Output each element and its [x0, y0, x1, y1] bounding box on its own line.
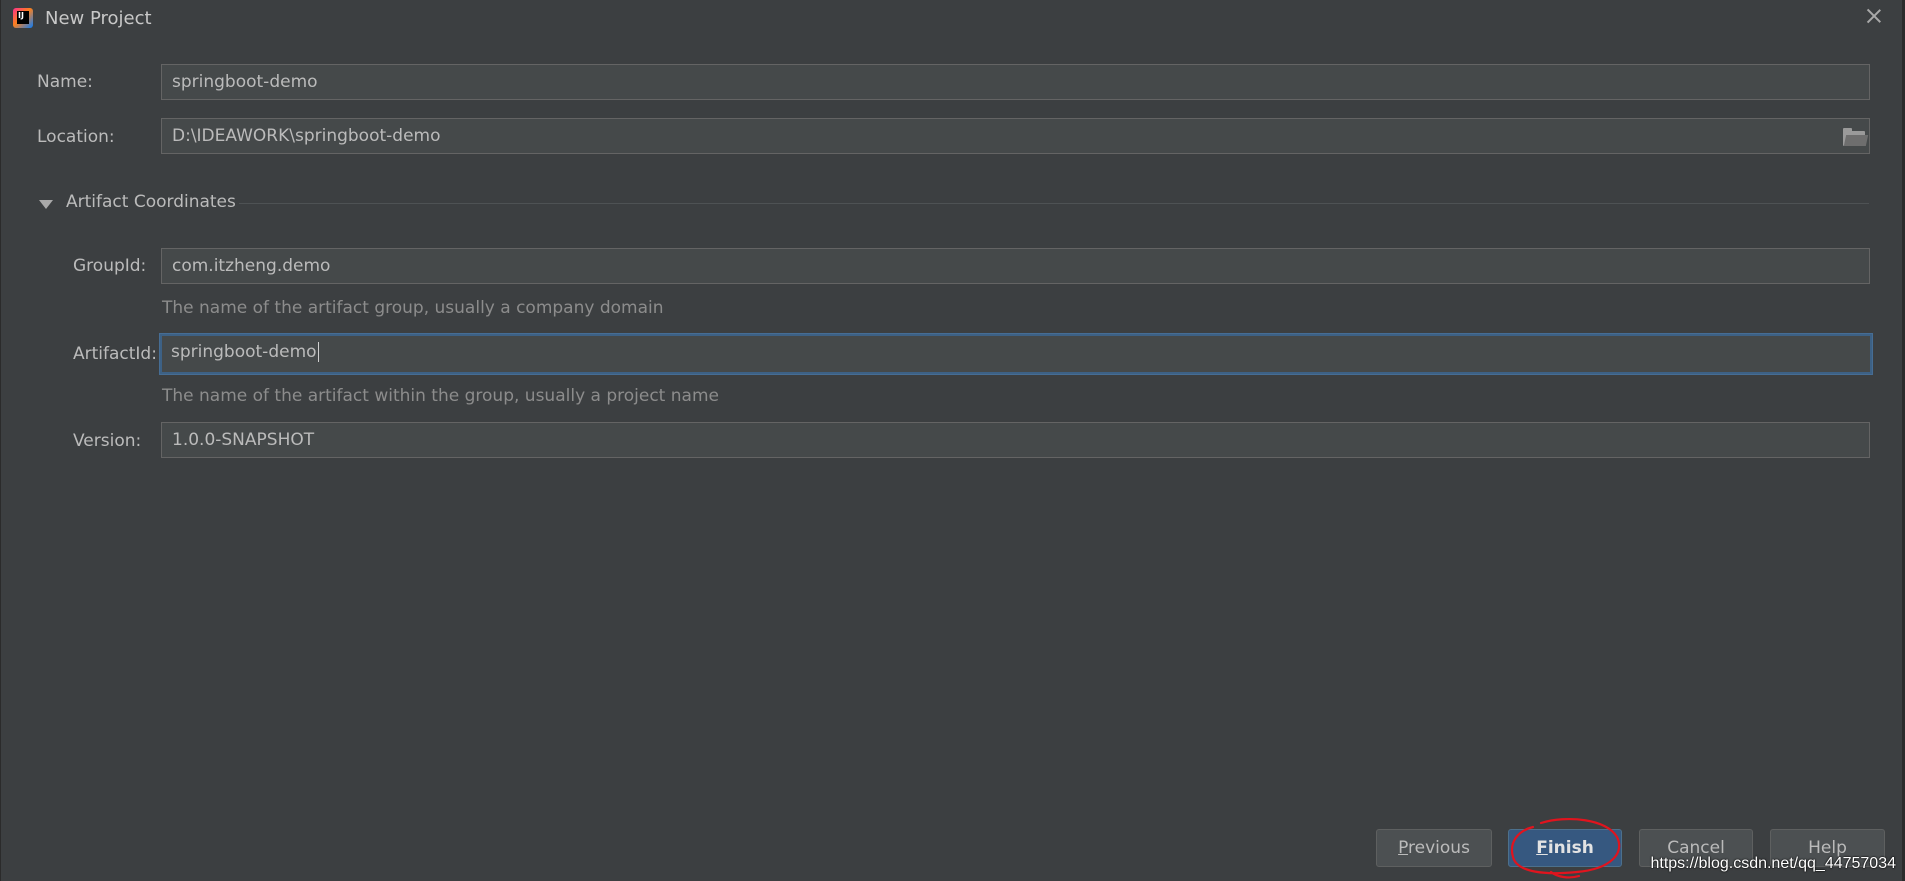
artifactid-label: ArtifactId:: [73, 344, 157, 364]
groupid-hint: The name of the artifact group, usually …: [162, 298, 664, 318]
intellij-idea-icon: [13, 8, 33, 28]
name-field[interactable]: springboot-demo: [161, 64, 1870, 100]
section-title: Artifact Coordinates: [66, 192, 236, 212]
close-icon[interactable]: [1864, 6, 1884, 26]
title-bar: New Project: [1, 0, 1905, 40]
text-caret: [317, 342, 319, 362]
groupid-field[interactable]: com.itzheng.demo: [161, 248, 1870, 284]
triangle-down-icon[interactable]: [39, 200, 53, 209]
location-field[interactable]: D:\IDEAWORK\springboot-demo: [161, 118, 1870, 154]
version-field[interactable]: 1.0.0-SNAPSHOT: [161, 422, 1870, 458]
previous-button[interactable]: Previous: [1376, 829, 1492, 867]
version-label: Version:: [73, 431, 142, 451]
location-label: Location:: [37, 127, 115, 147]
finish-button[interactable]: Finish: [1508, 829, 1622, 867]
artifactid-hint: The name of the artifact within the grou…: [162, 386, 719, 406]
folder-icon[interactable]: [1843, 128, 1869, 147]
window-title: New Project: [45, 8, 152, 29]
section-divider: [239, 203, 1869, 204]
name-label: Name:: [37, 72, 93, 92]
watermark-text: https://blog.csdn.net/qq_44757034: [1650, 855, 1896, 872]
groupid-label: GroupId:: [73, 256, 147, 276]
artifactid-field[interactable]: springboot-demo: [160, 334, 1872, 374]
new-project-dialog: New Project Name: springboot-demo Locati…: [0, 0, 1905, 881]
artifactid-value: springboot-demo: [171, 342, 317, 362]
